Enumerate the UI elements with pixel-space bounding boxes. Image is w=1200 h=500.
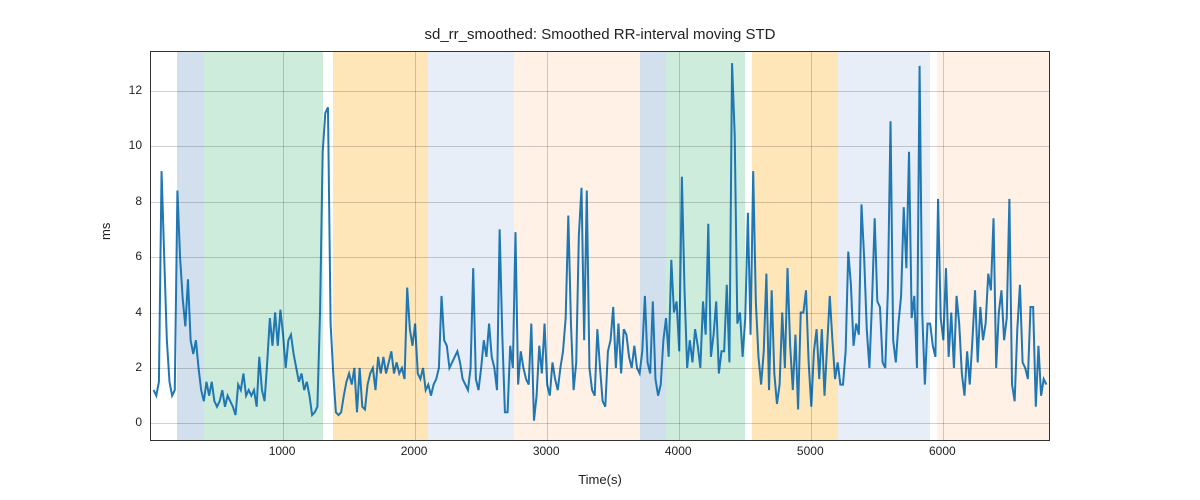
chart-gridline-h — [151, 146, 1049, 147]
x-tick-label: 2000 — [401, 444, 428, 458]
chart-gridline-h — [151, 423, 1049, 424]
chart-gridline-v — [547, 52, 548, 440]
x-tick-label: 3000 — [533, 444, 560, 458]
chart-gridline-v — [811, 52, 812, 440]
y-tick-label: 10 — [102, 138, 142, 152]
y-tick-label: 6 — [102, 249, 142, 263]
y-axis-label: ms — [98, 223, 113, 240]
y-tick-label: 0 — [102, 415, 142, 429]
y-tick-label: 8 — [102, 194, 142, 208]
y-tick-label: 12 — [102, 83, 142, 97]
chart-gridline-v — [415, 52, 416, 440]
x-axis-label: Time(s) — [0, 472, 1200, 487]
y-tick-label: 4 — [102, 305, 142, 319]
chart-gridline-v — [679, 52, 680, 440]
chart-line — [151, 52, 1049, 440]
chart-gridline-v — [283, 52, 284, 440]
y-tick-label: 2 — [102, 360, 142, 374]
chart-gridline-h — [151, 202, 1049, 203]
chart-gridline-h — [151, 368, 1049, 369]
x-tick-label: 6000 — [929, 444, 956, 458]
chart-figure: sd_rr_smoothed: Smoothed RR-interval mov… — [0, 0, 1200, 500]
x-tick-label: 1000 — [269, 444, 296, 458]
x-tick-label: 5000 — [797, 444, 824, 458]
chart-gridline-h — [151, 91, 1049, 92]
chart-gridline-h — [151, 257, 1049, 258]
chart-gridline-v — [943, 52, 944, 440]
x-tick-label: 4000 — [665, 444, 692, 458]
chart-gridline-h — [151, 313, 1049, 314]
chart-plot-area — [150, 51, 1050, 441]
chart-title: sd_rr_smoothed: Smoothed RR-interval mov… — [0, 26, 1200, 43]
